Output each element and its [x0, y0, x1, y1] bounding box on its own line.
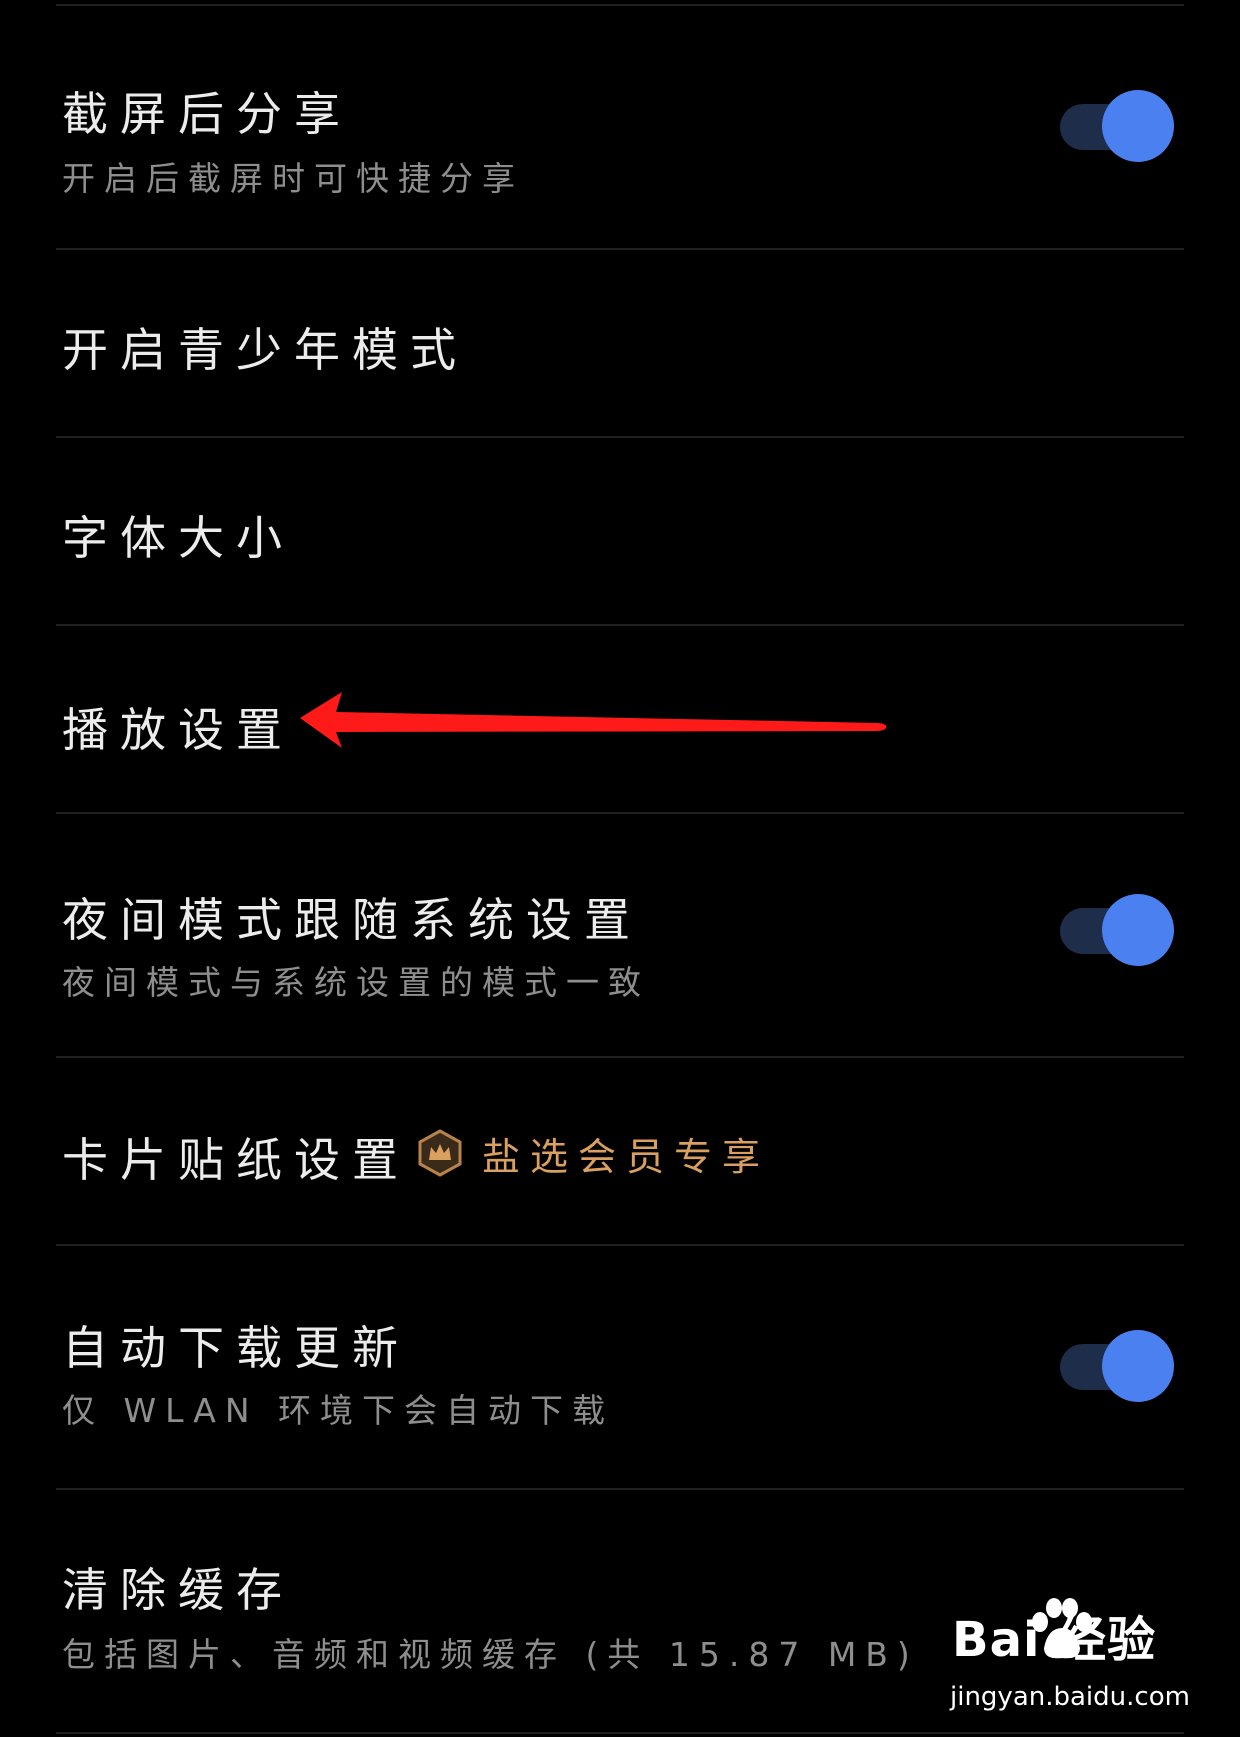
setting-subtitle: 仅 WLAN 环境下会自动下载 [62, 1391, 615, 1430]
setting-teen-mode[interactable]: 开启青少年模式 [0, 250, 1240, 436]
setting-title: 自动下载更新 [62, 1321, 410, 1375]
badge-label: 盐选会员专享 [482, 1134, 771, 1179]
setting-title: 字体大小 [62, 511, 294, 565]
setting-subtitle: 包括图片、音频和视频缓存 (共 15.87 MB) [62, 1635, 919, 1674]
screenshot-share-toggle[interactable] [1058, 90, 1174, 162]
setting-title: 截屏后分享 [62, 87, 352, 141]
member-badge: 盐选会员专享 [416, 1128, 771, 1179]
setting-title: 播放设置 [62, 703, 294, 757]
setting-night-mode[interactable]: 夜间模式跟随系统设置 夜间模式与系统设置的模式一致 [0, 814, 1240, 1056]
crown-icon [418, 1129, 462, 1177]
watermark-url: jingyan.baidu.com [950, 1682, 1190, 1712]
paw-icon [1032, 1598, 1092, 1659]
setting-title: 夜间模式跟随系统设置 [62, 893, 642, 947]
toggle-knob [1102, 894, 1174, 966]
red-arrow-icon [300, 692, 887, 748]
setting-title: 卡片贴纸设置 [62, 1133, 410, 1187]
baidu-jingyan-watermark: Bai 经验 jingyan.baidu.com [950, 1598, 1190, 1720]
night-mode-toggle[interactable] [1058, 894, 1174, 966]
setting-subtitle: 开启后截屏时可快捷分享 [62, 159, 524, 198]
setting-title: 清除缓存 [62, 1563, 294, 1617]
divider [56, 1732, 1184, 1734]
setting-font-size[interactable]: 字体大小 [0, 438, 1240, 624]
setting-auto-update[interactable]: 自动下载更新 仅 WLAN 环境下会自动下载 [0, 1246, 1240, 1488]
setting-subtitle: 夜间模式与系统设置的模式一致 [62, 963, 650, 1002]
toggle-knob [1102, 90, 1174, 162]
setting-title: 开启青少年模式 [62, 323, 468, 377]
auto-update-toggle[interactable] [1058, 1330, 1174, 1402]
setting-screenshot-share[interactable]: 截屏后分享 开启后截屏时可快捷分享 [0, 6, 1240, 248]
toggle-knob [1102, 1330, 1174, 1402]
